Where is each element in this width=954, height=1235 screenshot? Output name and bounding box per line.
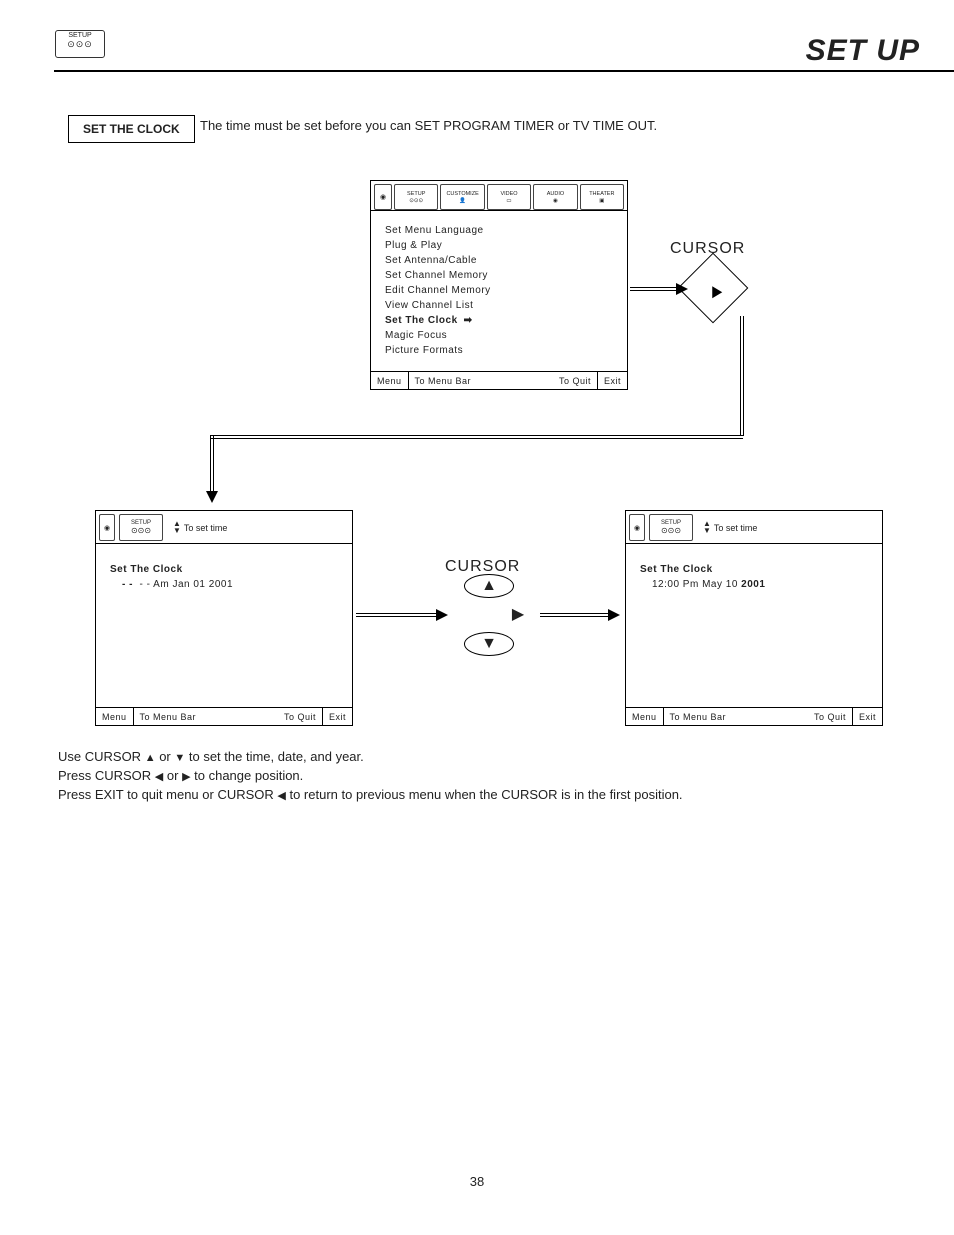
osd-setup-menu: ◉ SETUP⊙⊙⊙ CUSTOMIZE👤 VIDEO▭ AUDIO◉ THEA…: [370, 180, 628, 390]
menu-item[interactable]: Edit Channel Memory: [385, 283, 613, 298]
osd-footer: Menu To Menu Bar To Quit Exit: [96, 707, 352, 725]
foot-menu[interactable]: Menu: [371, 376, 408, 386]
instructions-block: Use CURSOR ▲ or ▼ to set the time, date,…: [58, 748, 683, 805]
down-triangle-icon: ▼: [173, 528, 181, 534]
tab-item[interactable]: SETUP⊙⊙⊙: [394, 184, 438, 210]
clock-title: Set The Clock: [640, 564, 868, 575]
osd-tab-row: ◉ SETUP⊙⊙⊙ CUSTOMIZE👤 VIDEO▭ AUDIO◉ THEA…: [371, 181, 627, 211]
up-triangle-icon: ▲: [145, 752, 156, 764]
cursor-down-icon[interactable]: ▼: [464, 632, 514, 656]
osd-body: Set The Clock - - - - Am Jan 01 2001: [96, 543, 352, 594]
tab-hint: ▲ ▼ To set time: [167, 514, 227, 541]
tab-lead-icon: ◉: [99, 514, 115, 541]
menu-item[interactable]: View Channel List: [385, 298, 613, 313]
foot-to-quit: To Quit: [808, 712, 852, 722]
foot-exit[interactable]: Exit: [597, 372, 627, 389]
menu-item[interactable]: Set Menu Language: [385, 223, 613, 238]
page-title: SET UP: [54, 34, 954, 72]
menu-item[interactable]: Picture Formats: [385, 343, 613, 358]
cursor-pad-right[interactable]: [678, 253, 749, 324]
osd-body: Set The Clock 12:00 Pm May 10 2001: [626, 543, 882, 594]
section-intro: The time must be set before you can SET …: [200, 118, 657, 133]
menu-item[interactable]: Set Channel Memory: [385, 268, 613, 283]
foot-to-menu-bar: To Menu Bar: [408, 372, 478, 389]
osd-tab-row: ◉ SETUP⊙⊙⊙ ▲ ▼ To set time: [96, 511, 352, 541]
left-triangle-icon: ◀: [155, 771, 163, 783]
tab-lead-icon: ◉: [374, 184, 392, 210]
instruction-line: Use CURSOR ▲ or ▼ to set the time, date,…: [58, 748, 683, 767]
tab-item[interactable]: CUSTOMIZE👤: [440, 184, 484, 210]
tab-item[interactable]: AUDIO◉: [533, 184, 577, 210]
menu-item[interactable]: Magic Focus: [385, 328, 613, 343]
foot-to-menu-bar: To Menu Bar: [663, 708, 733, 725]
osd-footer: Menu To Menu Bar To Quit Exit: [371, 371, 627, 389]
tab-hint: ▲ ▼ To set time: [697, 514, 757, 541]
tab-item[interactable]: THEATER▣: [580, 184, 624, 210]
cursor-pad-group[interactable]: ▲ ▼ ▶: [450, 580, 528, 650]
section-heading-box: SET THE CLOCK: [68, 115, 195, 143]
cursor-label: CURSOR: [670, 240, 745, 258]
foot-to-quit: To Quit: [553, 376, 597, 386]
menu-item[interactable]: Plug & Play: [385, 238, 613, 253]
menu-item[interactable]: Set Antenna/Cable: [385, 253, 613, 268]
flow-arrow-icon: [206, 491, 218, 503]
foot-to-quit: To Quit: [278, 712, 322, 722]
foot-to-menu-bar: To Menu Bar: [133, 708, 203, 725]
osd-menu-list: Set Menu Language Plug & Play Set Antenn…: [371, 211, 627, 362]
page-number: 38: [0, 1174, 954, 1189]
tab-item[interactable]: VIDEO▭: [487, 184, 531, 210]
clock-value[interactable]: - - - - Am Jan 01 2001: [110, 579, 338, 590]
tab-setup[interactable]: SETUP⊙⊙⊙: [119, 514, 163, 541]
instruction-line: Press EXIT to quit menu or CURSOR ◀ to r…: [58, 786, 683, 805]
flow-arrow-icon: [436, 609, 448, 621]
flow-arrow-icon: [608, 609, 620, 621]
selected-arrow-icon: ➡: [464, 313, 473, 328]
foot-menu[interactable]: Menu: [96, 712, 133, 722]
osd-tab-row: ◉ SETUP⊙⊙⊙ ▲ ▼ To set time: [626, 511, 882, 541]
clock-value[interactable]: 12:00 Pm May 10 2001: [640, 579, 868, 590]
osd-footer: Menu To Menu Bar To Quit Exit: [626, 707, 882, 725]
tab-lead-icon: ◉: [629, 514, 645, 541]
foot-menu[interactable]: Menu: [626, 712, 663, 722]
clock-title: Set The Clock: [110, 564, 338, 575]
osd-set-clock-filled: ◉ SETUP⊙⊙⊙ ▲ ▼ To set time Set The Clock…: [625, 510, 883, 726]
down-triangle-icon: ▼: [174, 752, 185, 764]
instruction-line: Press CURSOR ◀ or ▶ to change position.: [58, 767, 683, 786]
cursor-right-icon[interactable]: ▶: [506, 602, 530, 626]
cursor-up-icon[interactable]: ▲: [464, 574, 514, 598]
menu-item-selected[interactable]: Set The Clock➡: [385, 313, 613, 328]
left-triangle-icon: ◀: [277, 790, 285, 802]
osd-set-clock-initial: ◉ SETUP⊙⊙⊙ ▲ ▼ To set time Set The Clock…: [95, 510, 353, 726]
tab-setup[interactable]: SETUP⊙⊙⊙: [649, 514, 693, 541]
foot-exit[interactable]: Exit: [852, 708, 882, 725]
foot-exit[interactable]: Exit: [322, 708, 352, 725]
right-triangle-icon: ▶: [182, 771, 190, 783]
down-triangle-icon: ▼: [703, 528, 711, 534]
